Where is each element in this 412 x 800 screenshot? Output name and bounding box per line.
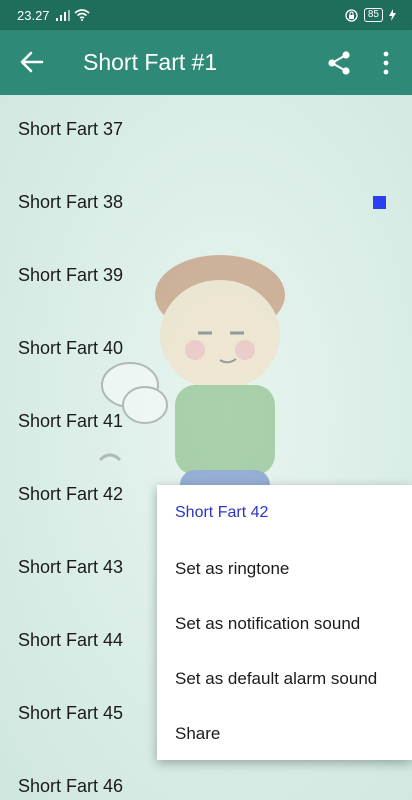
playing-indicator (373, 196, 386, 209)
menu-item-label: Set as default alarm sound (175, 669, 378, 688)
wifi-icon (74, 9, 90, 21)
context-menu-title: Short Fart 42 (175, 504, 269, 521)
list-item-label: Short Fart 45 (18, 703, 124, 723)
lock-rotation-icon (345, 8, 358, 22)
share-icon[interactable] (326, 50, 352, 76)
page-title: Short Fart #1 (83, 49, 218, 75)
menu-item-label: Set as ringtone (175, 559, 290, 578)
list-item-label: Short Fart 42 (18, 484, 124, 504)
list-item[interactable]: Short Fart 38 (0, 168, 412, 241)
list-item-label: Short Fart 41 (18, 411, 124, 431)
more-vert-icon[interactable] (378, 50, 394, 76)
status-bar: 23.27 85 (0, 0, 412, 30)
app-bar: Short Fart #1 (0, 30, 412, 95)
signal-icon (56, 10, 70, 21)
menu-item-set-ringtone[interactable]: Set as ringtone (157, 541, 412, 596)
back-arrow-icon[interactable] (18, 48, 46, 76)
list-item-label: Short Fart 44 (18, 630, 124, 650)
status-icons-left (56, 9, 90, 21)
status-time: 23.27 (17, 8, 50, 23)
list-item-label: Short Fart 46 (18, 776, 124, 796)
list-item-label: Short Fart 37 (18, 119, 124, 139)
menu-item-label: Share (175, 724, 221, 743)
charging-icon (389, 9, 396, 21)
menu-item-label: Set as notification sound (175, 614, 361, 633)
list-item-label: Short Fart 43 (18, 557, 124, 577)
menu-item-set-alarm[interactable]: Set as default alarm sound (157, 651, 412, 706)
list-item-label: Short Fart 38 (18, 192, 124, 212)
list-item[interactable]: Short Fart 37 (0, 95, 412, 168)
list-item-label: Short Fart 39 (18, 265, 124, 285)
list-item[interactable]: Short Fart 40 (0, 314, 412, 387)
menu-item-share[interactable]: Share (157, 706, 412, 761)
battery-indicator: 85 (363, 8, 383, 22)
list-item[interactable]: Short Fart 41 (0, 387, 412, 460)
status-icons-right: 85 (345, 8, 396, 22)
menu-item-set-notification[interactable]: Set as notification sound (157, 596, 412, 651)
list-item[interactable]: Short Fart 39 (0, 241, 412, 314)
context-menu: Short Fart 42 Set as ringtone Set as not… (157, 485, 412, 760)
list-item-label: Short Fart 40 (18, 338, 124, 358)
